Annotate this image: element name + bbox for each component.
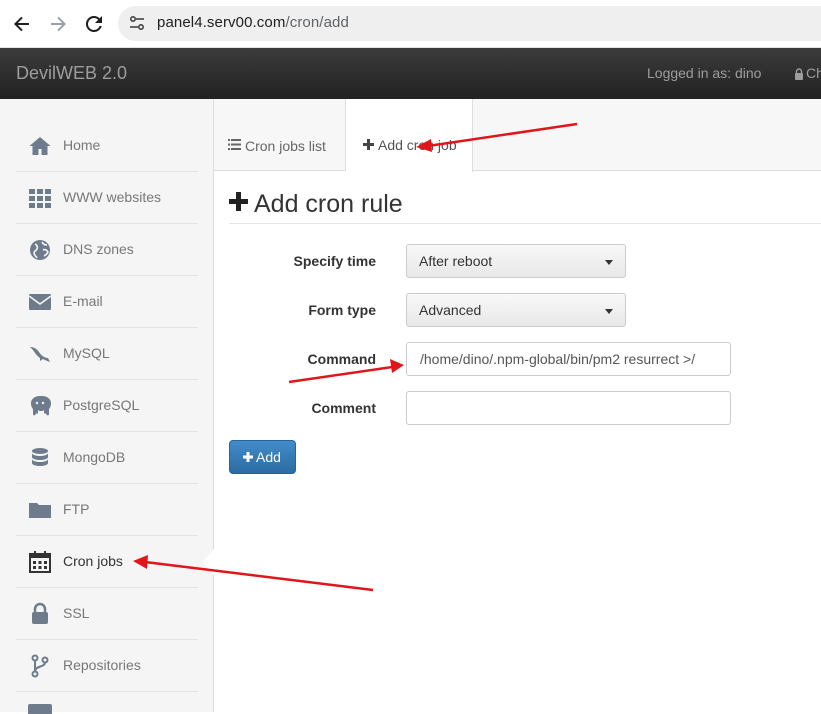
add-button-text: Add — [243, 449, 281, 465]
sidebar-item-label: MySQL — [63, 345, 110, 361]
sidebar-item-label: Repositories — [63, 657, 141, 673]
sidebar-item-cron-jobs[interactable]: Cron jobs — [16, 536, 198, 588]
tab-label: Cron jobs list — [228, 137, 326, 154]
sidebar-item-label: Cron jobs — [63, 553, 123, 569]
sidebar-item-label: Home — [63, 137, 101, 153]
tab-label: Add cron job — [363, 137, 457, 153]
form-type-label: Form type — [308, 302, 376, 318]
active-indicator — [202, 549, 214, 575]
sidebar-item-label: FTP — [63, 501, 90, 517]
top-navbar: DevilWEB 2.0 Logged in as: dino Ch — [0, 48, 821, 99]
sidebar-item-home[interactable]: Home — [16, 120, 198, 172]
command-value: /home/dino/.npm-global/bin/pm2 resurrect… — [420, 351, 696, 367]
plus-icon — [363, 137, 374, 153]
elephant-icon — [28, 394, 52, 418]
home-icon — [28, 134, 52, 158]
folder-icon — [28, 704, 52, 714]
url-host: panel4.serv00.com — [157, 14, 286, 31]
annotation-arrowhead-command — [390, 359, 404, 373]
site-settings-icon[interactable] — [128, 14, 146, 32]
sidebar-item-email[interactable]: E-mail — [16, 276, 198, 328]
brand-prefix: Devil — [16, 63, 57, 83]
annotation-arrow-command — [288, 365, 393, 384]
arrow-left-icon[interactable] — [10, 12, 34, 36]
sidebar-item-ssl[interactable]: SSL — [16, 588, 198, 640]
branch-icon — [28, 654, 52, 678]
specify-time-value: After reboot — [419, 253, 493, 269]
command-input[interactable]: /home/dino/.npm-global/bin/pm2 resurrect… — [406, 342, 731, 376]
add-button[interactable]: Add — [229, 440, 296, 474]
list-icon — [228, 137, 241, 153]
sidebar-item-label: E-mail — [63, 293, 103, 309]
database-icon — [28, 446, 52, 470]
form-type-select[interactable]: Advanced — [406, 293, 626, 327]
comment-label: Comment — [311, 400, 376, 416]
sidebar-item-www-websites[interactable]: WWW websites — [16, 172, 198, 224]
caret-down-icon — [605, 309, 613, 314]
tab-cron-jobs-list[interactable]: Cron jobs list — [214, 99, 346, 171]
tab-add-cron-job-text: Add cron job — [378, 137, 457, 153]
calendar-icon — [28, 550, 52, 574]
url-path: /cron/add — [285, 14, 349, 31]
sidebar-item-label: SSL — [63, 605, 90, 621]
dolphin-icon — [28, 342, 52, 366]
globe-icon — [28, 238, 52, 262]
sidebar-item-mysql[interactable]: MySQL — [16, 328, 198, 380]
change-password-link[interactable]: Ch — [806, 65, 821, 81]
add-button-label: Add — [256, 449, 281, 465]
folder-icon — [28, 498, 52, 522]
sidebar-item-repositories[interactable]: Repositories — [16, 640, 198, 692]
specify-time-label: Specify time — [293, 253, 376, 269]
plus-icon — [229, 189, 248, 218]
sidebar-item-mongodb[interactable]: MongoDB — [16, 432, 198, 484]
logged-in-text: Logged in as: dino — [647, 65, 762, 81]
envelope-icon — [28, 290, 52, 314]
tab-bar: Cron jobs list Add cron job — [214, 99, 821, 172]
sidebar-item-postgresql[interactable]: PostgreSQL — [16, 380, 198, 432]
page-title-text: Add cron rule — [254, 190, 403, 218]
plus-icon — [243, 449, 253, 465]
sidebar-item-label: WWW websites — [63, 189, 161, 205]
tab-add-cron-job[interactable]: Add cron job — [346, 99, 473, 172]
url-text: panel4.serv00.com/cron/add — [157, 14, 349, 31]
arrow-right-icon[interactable] — [46, 12, 70, 36]
command-label: Command — [307, 351, 376, 367]
comment-input[interactable] — [406, 391, 731, 425]
browser-toolbar: panel4.serv00.com/cron/add — [0, 0, 821, 48]
reload-icon[interactable] — [82, 12, 106, 36]
brand-logo[interactable]: DevilWEB 2.0 — [16, 63, 127, 84]
specify-time-select[interactable]: After reboot — [406, 244, 626, 278]
title-divider — [229, 223, 821, 224]
page-title: Add cron rule — [229, 189, 403, 219]
sidebar-item-label: DNS zones — [63, 241, 134, 257]
sidebar-item-ftp[interactable]: FTP — [16, 484, 198, 536]
grid-icon — [28, 186, 52, 210]
form-type-value: Advanced — [419, 302, 482, 318]
lock-icon — [28, 602, 52, 626]
lock-icon[interactable] — [794, 67, 804, 80]
brand-version: 2.0 — [97, 63, 128, 83]
tab-cron-jobs-list-text: Cron jobs list — [245, 138, 326, 154]
caret-down-icon — [605, 260, 613, 265]
address-bar[interactable]: panel4.serv00.com/cron/add — [118, 6, 821, 41]
sidebar-item-dns-zones[interactable]: DNS zones — [16, 224, 198, 276]
sidebar-item-label: MongoDB — [63, 449, 126, 465]
sidebar-item-label: PostgreSQL — [63, 397, 140, 413]
brand-bold: WEB — [56, 63, 98, 83]
